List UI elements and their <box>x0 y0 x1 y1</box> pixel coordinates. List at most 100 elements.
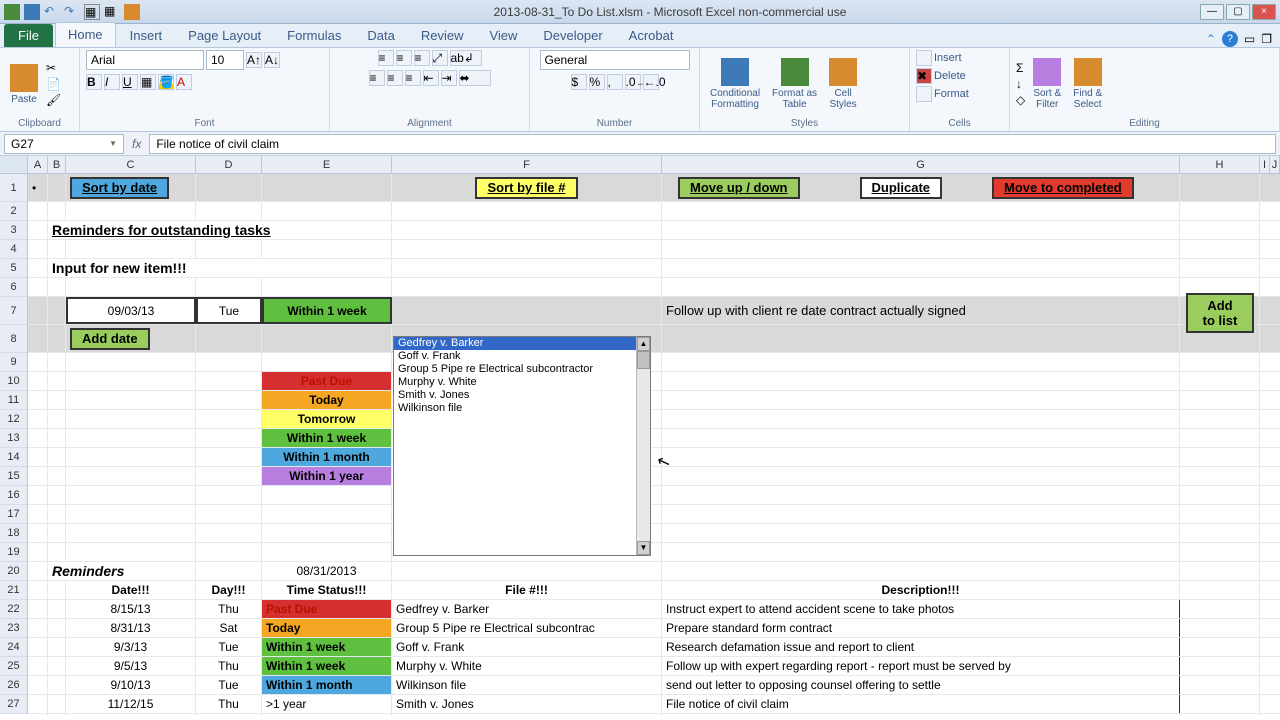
minimize-button[interactable]: — <box>1200 4 1224 20</box>
add-to-list-button[interactable]: Add to list <box>1186 293 1254 333</box>
dropdown-item[interactable]: Goff v. Frank <box>394 350 650 363</box>
col-D[interactable]: D <box>196 156 262 173</box>
grid-icon[interactable]: ▦ <box>84 4 100 20</box>
minimize-ribbon-icon[interactable]: ⌃ <box>1206 32 1216 46</box>
cell-styles-button[interactable]: Cell Styles <box>825 56 861 112</box>
table-row[interactable]: 8/31/13SatTodayGroup 5 Pipe re Electrica… <box>28 619 1280 638</box>
comma-icon[interactable]: , <box>607 74 623 90</box>
scroll-down-arrow[interactable]: ▼ <box>637 541 650 555</box>
fill-color-button[interactable]: 🪣 <box>158 74 174 90</box>
fill-icon[interactable]: ↓ <box>1016 77 1025 91</box>
sort-by-date-button[interactable]: Sort by date <box>70 177 169 199</box>
align-bottom-icon[interactable]: ≡ <box>414 50 430 66</box>
col-G[interactable]: G <box>662 156 1180 173</box>
tab-view[interactable]: View <box>477 24 529 47</box>
align-middle-icon[interactable]: ≡ <box>396 50 412 66</box>
duplicate-button[interactable]: Duplicate <box>860 177 943 199</box>
tab-insert[interactable]: Insert <box>118 24 175 47</box>
grid2-icon[interactable]: ▦ <box>104 4 120 20</box>
col-B[interactable]: B <box>48 156 66 173</box>
file-dropdown-list[interactable]: Gedfrey v. BarkerGoff v. FrankGroup 5 Pi… <box>393 336 651 556</box>
format-painter-icon[interactable]: 🖌 <box>46 93 61 107</box>
add-date-button[interactable]: Add date <box>70 328 150 350</box>
col-I[interactable]: I <box>1260 156 1270 173</box>
col-J[interactable]: J <box>1270 156 1280 173</box>
wrap-text-icon[interactable]: ab↲ <box>450 50 482 66</box>
find-select-button[interactable]: Find & Select <box>1069 56 1106 112</box>
font-color-button[interactable]: A <box>176 74 192 90</box>
worksheet-grid[interactable]: A B C D E F G H I J 1 2 3 4 5 6 7 8 9 10… <box>0 156 1280 716</box>
font-size-select[interactable] <box>206 50 244 70</box>
format-as-table-button[interactable]: Format as Table <box>768 56 821 112</box>
new-date-input[interactable]: 09/03/13 <box>66 297 196 324</box>
copy-icon[interactable]: 📄 <box>46 77 61 91</box>
align-right-icon[interactable]: ≡ <box>405 70 421 86</box>
scroll-thumb[interactable] <box>637 351 650 369</box>
col-E[interactable]: E <box>262 156 392 173</box>
dropdown-scrollbar[interactable]: ▲ ▼ <box>636 337 650 555</box>
merge-icon[interactable]: ⬌ <box>459 70 491 86</box>
scroll-up-arrow[interactable]: ▲ <box>637 337 650 351</box>
new-description[interactable]: Follow up with client re date contract a… <box>662 297 1180 324</box>
conditional-formatting-button[interactable]: Conditional Formatting <box>706 56 764 112</box>
tab-developer[interactable]: Developer <box>531 24 614 47</box>
currency-icon[interactable]: $ <box>571 74 587 90</box>
tab-acrobat[interactable]: Acrobat <box>617 24 686 47</box>
formula-bar[interactable]: File notice of civil claim <box>149 134 1276 154</box>
align-center-icon[interactable]: ≡ <box>387 70 403 86</box>
sort-filter-button[interactable]: Sort & Filter <box>1029 56 1065 112</box>
maximize-button[interactable]: ▢ <box>1226 4 1250 20</box>
move-to-completed-button[interactable]: Move to completed <box>992 177 1134 199</box>
move-up-down-button[interactable]: Move up / down <box>678 177 800 199</box>
format-cells-icon[interactable] <box>916 86 932 102</box>
help-icon[interactable]: ? <box>1222 31 1238 47</box>
dropdown-item[interactable]: Wilkinson file <box>394 402 650 415</box>
save-icon[interactable] <box>24 4 40 20</box>
restore-icon[interactable]: ❐ <box>1261 32 1272 46</box>
tab-formulas[interactable]: Formulas <box>275 24 353 47</box>
clear-icon[interactable]: ◇ <box>1016 93 1025 107</box>
align-top-icon[interactable]: ≡ <box>378 50 394 66</box>
cut-icon[interactable]: ✂ <box>46 61 61 75</box>
underline-button[interactable]: U <box>122 74 138 90</box>
table-row[interactable]: 9/10/13TueWithin 1 monthWilkinson filese… <box>28 676 1280 695</box>
col-C[interactable]: C <box>66 156 196 173</box>
dropdown-item[interactable]: Murphy v. White <box>394 376 650 389</box>
close-button[interactable]: × <box>1252 4 1276 20</box>
insert-cells-icon[interactable] <box>916 50 932 66</box>
file-tab[interactable]: File <box>4 24 53 47</box>
tab-page-layout[interactable]: Page Layout <box>176 24 273 47</box>
dropdown-item[interactable]: Gedfrey v. Barker <box>394 337 650 350</box>
dropdown-item[interactable]: Group 5 Pipe re Electrical subcontractor <box>394 363 650 376</box>
number-format-select[interactable] <box>540 50 690 70</box>
col-H[interactable]: H <box>1180 156 1260 173</box>
border-button[interactable]: ▦ <box>140 74 156 90</box>
delete-cells-icon[interactable]: ✖ <box>916 68 932 84</box>
table-row[interactable]: 9/5/13ThuWithin 1 weekMurphy v. WhiteFol… <box>28 657 1280 676</box>
cell-A1[interactable]: • <box>28 174 48 201</box>
orientation-icon[interactable]: ⤢ <box>432 50 448 66</box>
name-box[interactable]: G27▼ <box>4 134 124 154</box>
cell-area[interactable]: • Sort by date Sort by file # Move up / … <box>28 174 1280 714</box>
decrease-decimal-icon[interactable]: ←.0 <box>643 74 659 90</box>
grow-font-icon[interactable]: A↑ <box>246 52 262 68</box>
tab-data[interactable]: Data <box>355 24 406 47</box>
table-row[interactable]: 9/3/13TueWithin 1 weekGoff v. FrankResea… <box>28 638 1280 657</box>
folder-icon[interactable] <box>124 4 140 20</box>
tab-review[interactable]: Review <box>409 24 476 47</box>
font-name-select[interactable] <box>86 50 204 70</box>
fx-icon[interactable]: fx <box>132 137 141 151</box>
decrease-indent-icon[interactable]: ⇤ <box>423 70 439 86</box>
col-F[interactable]: F <box>392 156 662 173</box>
window-opts-icon[interactable]: ▭ <box>1244 32 1255 46</box>
tab-home[interactable]: Home <box>55 22 116 47</box>
increase-indent-icon[interactable]: ⇥ <box>441 70 457 86</box>
percent-icon[interactable]: % <box>589 74 605 90</box>
align-left-icon[interactable]: ≡ <box>369 70 385 86</box>
col-A[interactable]: A <box>28 156 48 173</box>
autosum-icon[interactable]: Σ <box>1016 61 1025 75</box>
select-all-corner[interactable] <box>0 156 28 173</box>
sort-by-file-button[interactable]: Sort by file # <box>475 177 577 199</box>
increase-decimal-icon[interactable]: .0→ <box>625 74 641 90</box>
bold-button[interactable]: B <box>86 74 102 90</box>
